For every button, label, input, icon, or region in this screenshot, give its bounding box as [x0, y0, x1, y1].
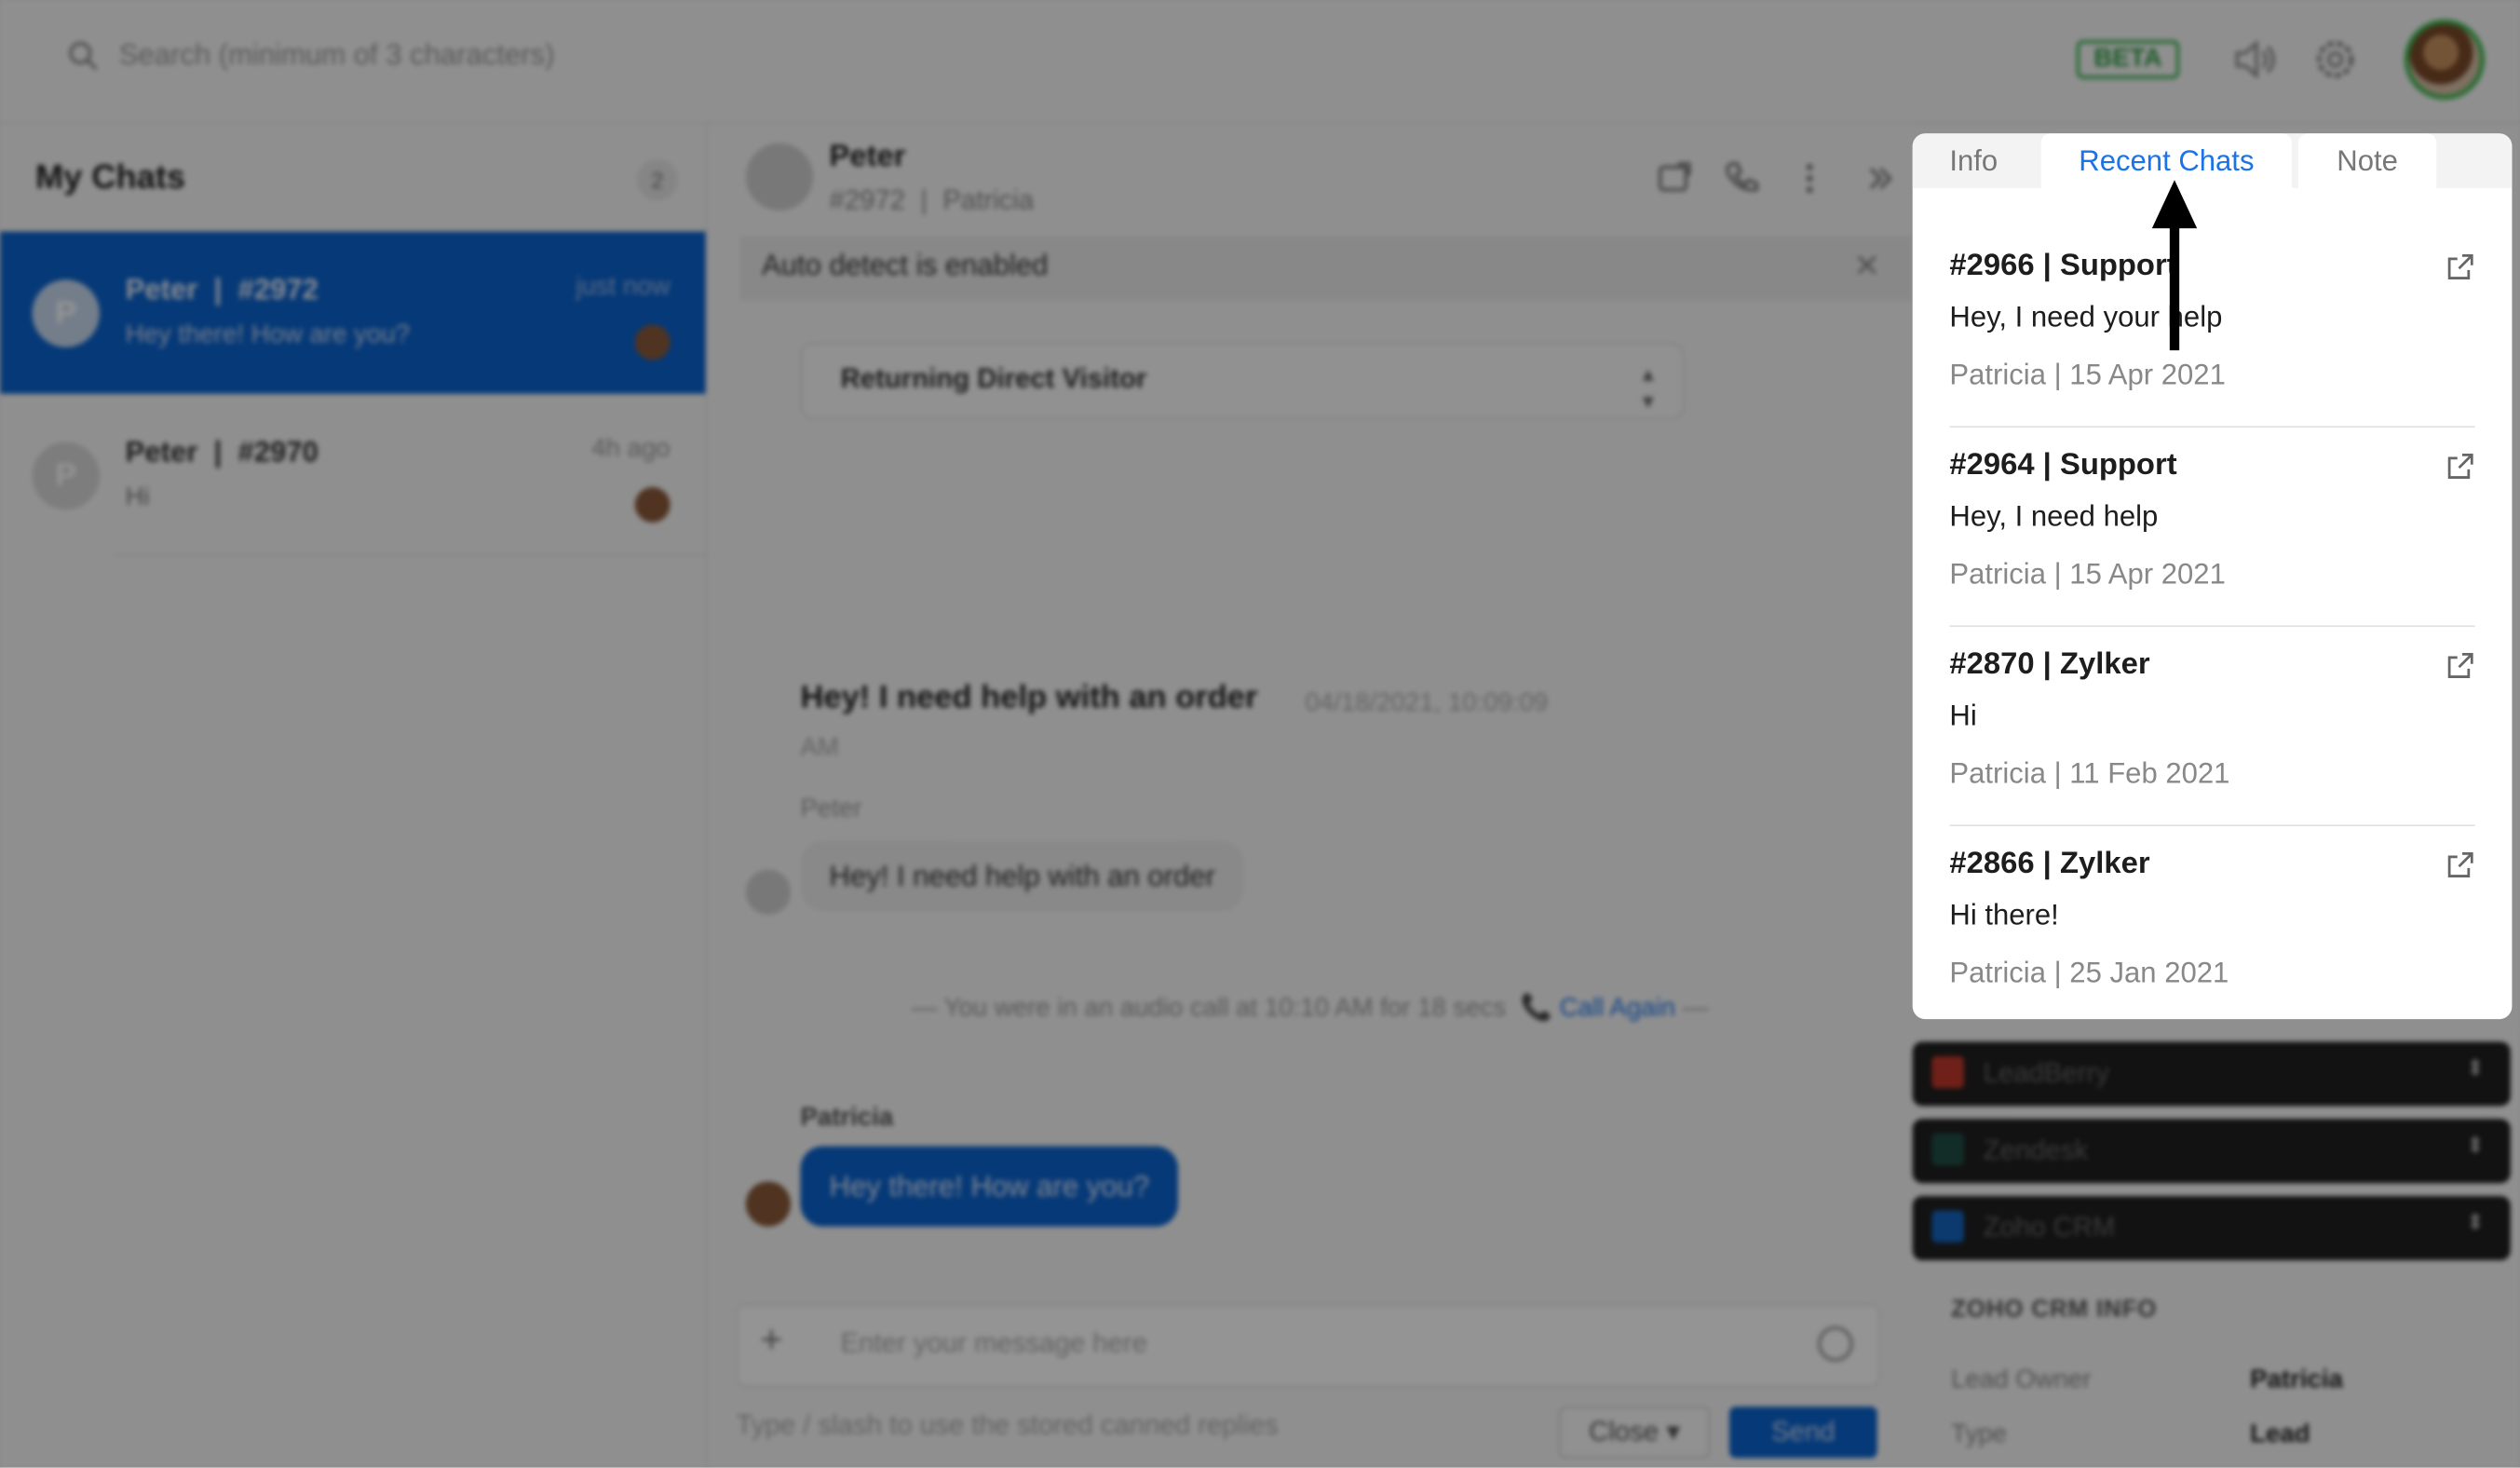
entry-message: Hey, I need help [1949, 499, 2159, 533]
external-link-icon[interactable] [2446, 651, 2475, 680]
external-link-icon[interactable] [2446, 452, 2475, 481]
entry-meta: Patricia | 25 Jan 2021 [1949, 956, 2229, 989]
entry-meta: Patricia | 15 Apr 2021 [1949, 358, 2226, 391]
entry-meta: Patricia | 15 Apr 2021 [1949, 557, 2226, 591]
recent-chat-entry[interactable]: #2964 | Support Hey, I need help Patrici… [1949, 426, 2475, 628]
recent-chat-entry[interactable]: #2966 | Support Hey, I need your help Pa… [1949, 226, 2475, 428]
entry-message: Hi [1949, 699, 1977, 732]
entry-header: #2964 | Support [1949, 448, 2177, 483]
entry-message: Hi there! [1949, 898, 2059, 931]
recent-chat-entry[interactable]: #2870 | Zylker Hi Patricia | 11 Feb 2021 [1949, 625, 2475, 827]
popup-tab-bar: Info Recent Chats Note [1912, 133, 2513, 188]
recent-chat-entry[interactable]: #2866 | Zylker Hi there! Patricia | 25 J… [1949, 824, 2474, 1019]
entry-meta: Patricia | 11 Feb 2021 [1949, 756, 2230, 790]
entry-header: #2866 | Zylker [1949, 847, 2150, 881]
tab-note[interactable]: Note [2297, 133, 2437, 188]
external-link-icon[interactable] [2446, 252, 2475, 281]
entry-header: #2870 | Zylker [1949, 647, 2150, 682]
external-link-icon[interactable] [2446, 850, 2475, 879]
recent-chats-popup: Info Recent Chats Note #2966 | Support H… [1912, 133, 2513, 1020]
tab-info[interactable]: Info [1913, 133, 2035, 188]
pointer-arrow-icon [2151, 180, 2198, 351]
entry-header: #2966 | Support [1949, 249, 2177, 283]
